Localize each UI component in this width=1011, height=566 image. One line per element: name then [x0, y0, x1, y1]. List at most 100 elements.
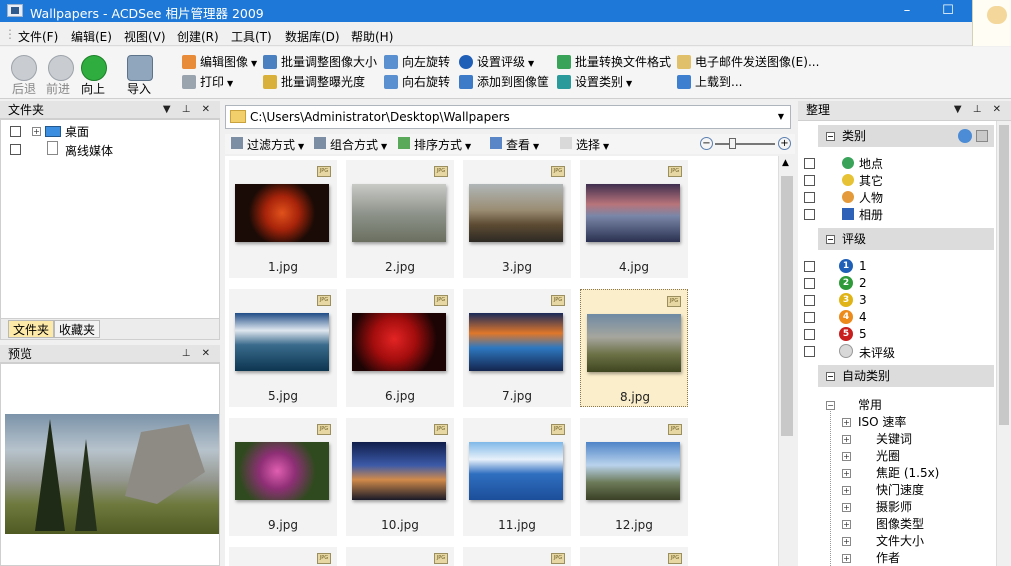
menu-view[interactable]: 视图(V) [124, 28, 166, 45]
rating-4[interactable]: 4 [859, 310, 867, 324]
expand-icon[interactable]: + [842, 520, 851, 529]
minimize-button[interactable]: – [884, 0, 930, 22]
menu-file[interactable]: 文件(F) [18, 28, 58, 45]
desktop-checkbox[interactable] [10, 126, 21, 137]
rating-2[interactable]: 2 [859, 276, 867, 290]
back-label[interactable]: 后退 [12, 80, 36, 97]
menu-edit[interactable]: 编辑(E) [71, 28, 112, 45]
expand-icon[interactable]: + [842, 435, 851, 444]
email-images-button[interactable]: 电子邮件发送图像(E)... [677, 53, 819, 71]
rating-checkbox[interactable] [804, 261, 815, 272]
thumbnail-scrollbar[interactable]: ▲ [778, 156, 795, 566]
batch-convert-button[interactable]: 批量转换文件格式 [557, 53, 671, 71]
maximize-button[interactable]: ☐ [925, 0, 971, 22]
collapse-icon[interactable] [826, 235, 835, 244]
category-checkbox[interactable] [804, 192, 815, 203]
file-tile[interactable]: JPG 6.jpg [346, 289, 454, 407]
rotate-left-button[interactable]: 向左旋转 [384, 53, 450, 71]
expand-icon[interactable]: + [32, 127, 41, 136]
auto-category-item[interactable]: 光圈 [876, 447, 900, 464]
category-location[interactable]: 地点 [859, 155, 883, 172]
file-tile[interactable]: JPG [229, 547, 337, 566]
rotate-right-button[interactable]: 向右旋转 [384, 73, 450, 91]
offline-media-checkbox[interactable] [10, 144, 21, 155]
rating-unrated[interactable]: 未评级 [859, 344, 895, 361]
forward-label[interactable]: 前进 [46, 80, 70, 97]
expand-icon[interactable]: + [842, 503, 851, 512]
file-tile[interactable]: JPG 12.jpg [580, 418, 688, 536]
edit-image-button[interactable]: 编辑图像 ▼ [182, 53, 257, 71]
up-label[interactable]: 向上 [81, 80, 105, 97]
auto-category-item[interactable]: 关键词 [876, 430, 912, 447]
file-tile[interactable]: JPG 1.jpg [229, 160, 337, 278]
category-other[interactable]: 其它 [859, 172, 883, 189]
address-dropdown-icon[interactable]: ▼ [773, 107, 789, 127]
address-bar[interactable]: C:\Users\Administrator\Desktop\Wallpaper… [225, 105, 791, 129]
filter-button[interactable]: 过滤方式 ▼ [231, 136, 304, 153]
sort-button[interactable]: 排序方式 ▼ [398, 136, 471, 153]
import-icon[interactable] [127, 55, 153, 81]
rating-checkbox[interactable] [804, 329, 815, 340]
auto-category-item[interactable]: 作者 [876, 549, 900, 566]
batch-resize-button[interactable]: 批量调整图像大小 [263, 53, 377, 71]
file-tile[interactable]: JPG [463, 547, 571, 566]
auto-category-item[interactable]: 图像类型 [876, 515, 924, 532]
collapse-icon[interactable] [826, 372, 835, 381]
menu-help[interactable]: 帮助(H) [351, 28, 393, 45]
file-tile[interactable]: JPG 4.jpg [580, 160, 688, 278]
rating-checkbox[interactable] [804, 278, 815, 289]
rating-checkbox[interactable] [804, 312, 815, 323]
auto-category-item[interactable]: 文件大小 [876, 532, 924, 549]
expand-icon[interactable]: + [842, 469, 851, 478]
scroll-up-icon[interactable]: ▲ [782, 158, 789, 168]
trash-icon[interactable] [976, 130, 988, 142]
file-tile[interactable]: JPG [346, 547, 454, 566]
auto-category-section-header[interactable]: 自动类别 [818, 365, 994, 387]
add-to-basket-button[interactable]: 添加到图像筐 [459, 73, 549, 91]
file-tile[interactable]: JPG 11.jpg [463, 418, 571, 536]
expand-icon[interactable]: + [842, 554, 851, 563]
file-tile-selected[interactable]: JPG 8.jpg [580, 289, 688, 407]
category-people[interactable]: 人物 [859, 189, 883, 206]
auto-category-item[interactable]: 快门速度 [876, 481, 924, 498]
category-checkbox[interactable] [804, 209, 815, 220]
category-checkbox[interactable] [804, 158, 815, 169]
select-button[interactable]: 选择 ▼ [560, 136, 609, 153]
zoom-out-icon[interactable]: − [700, 137, 713, 150]
forward-icon[interactable] [48, 55, 74, 81]
category-checkbox[interactable] [804, 175, 815, 186]
auto-category-item[interactable]: ISO 速率 [858, 413, 906, 430]
panel-controls-icon[interactable]: ⊥ ✕ [182, 345, 214, 363]
rating-1[interactable]: 1 [859, 259, 867, 273]
back-icon[interactable] [11, 55, 37, 81]
expand-icon[interactable]: + [842, 452, 851, 461]
menu-create[interactable]: 创建(R) [177, 28, 219, 45]
collapse-icon[interactable]: − [826, 401, 835, 410]
globe-icon[interactable] [958, 129, 972, 143]
folder-item-offline-media[interactable]: 离线媒体 [65, 142, 113, 159]
file-tile[interactable]: JPG 9.jpg [229, 418, 337, 536]
rating-section-header[interactable]: 评级 [818, 228, 994, 250]
expand-icon[interactable]: + [842, 418, 851, 427]
print-button[interactable]: 打印 ▼ [182, 73, 233, 91]
menu-database[interactable]: 数据库(D) [285, 28, 340, 45]
file-tile[interactable]: JPG 5.jpg [229, 289, 337, 407]
rating-checkbox[interactable] [804, 295, 815, 306]
category-album[interactable]: 相册 [859, 206, 883, 223]
file-tile[interactable]: JPG 3.jpg [463, 160, 571, 278]
view-button[interactable]: 查看 ▼ [490, 136, 539, 153]
file-tile[interactable]: JPG 7.jpg [463, 289, 571, 407]
zoom-in-icon[interactable]: + [778, 137, 791, 150]
import-label[interactable]: 导入 [127, 80, 151, 97]
auto-category-item[interactable]: 摄影师 [876, 498, 912, 515]
panel-controls-icon[interactable]: ▼ ⊥ ✕ [954, 101, 1005, 119]
menu-tools[interactable]: 工具(T) [231, 28, 272, 45]
organize-scrollbar[interactable] [996, 121, 1011, 566]
scroll-thumb[interactable] [781, 176, 793, 436]
rating-3[interactable]: 3 [859, 293, 867, 307]
collapse-icon[interactable] [826, 132, 835, 141]
rating-5[interactable]: 5 [859, 327, 867, 341]
file-tile[interactable]: JPG [580, 547, 688, 566]
set-category-button[interactable]: 设置类别 ▼ [557, 73, 632, 91]
zoom-slider[interactable] [715, 143, 775, 145]
